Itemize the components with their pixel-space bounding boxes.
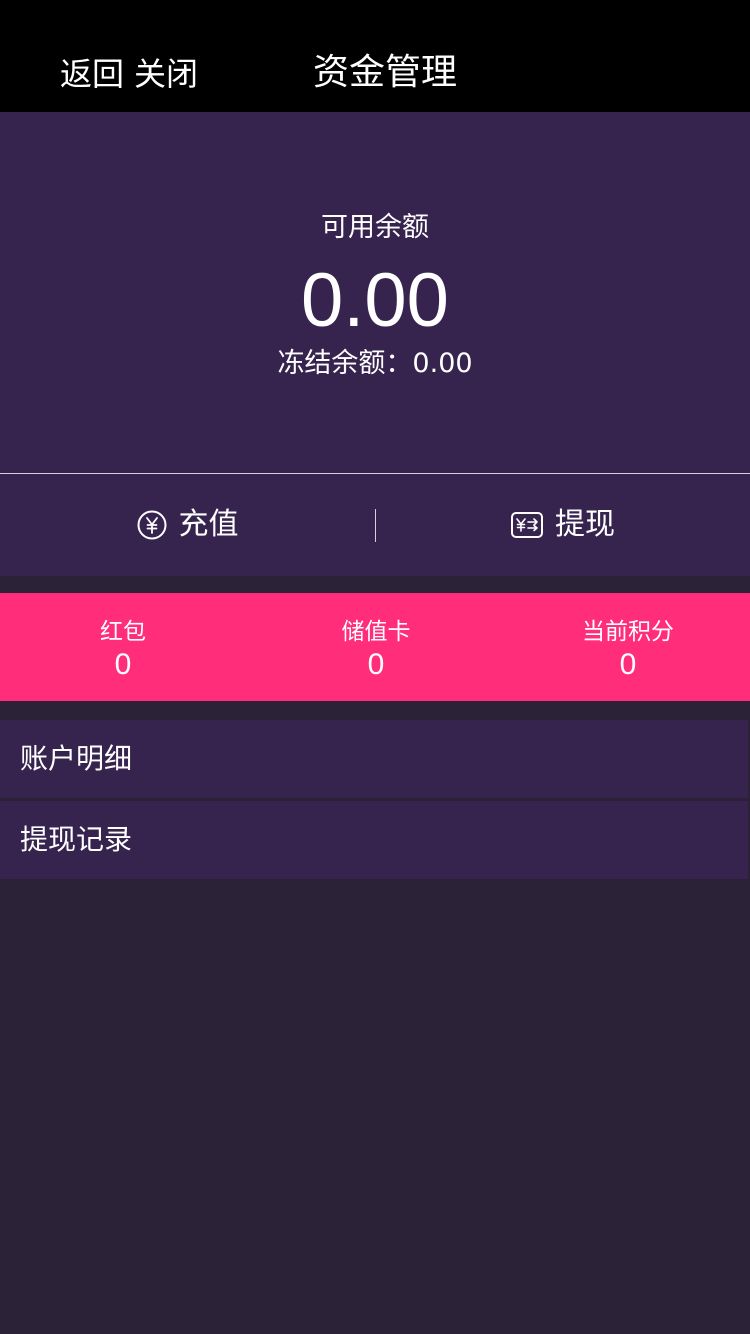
page-title: 资金管理 <box>312 52 457 93</box>
available-balance-amount: 0.00 <box>301 258 449 343</box>
withdraw-button[interactable]: 提现 <box>376 474 750 576</box>
menu-item-label: 账户明细 <box>20 742 133 775</box>
yen-circle-icon <box>137 510 167 540</box>
available-balance-label: 可用余额 <box>321 212 429 243</box>
menu-item-withdrawal-records[interactable]: 提现记录 <box>0 801 748 879</box>
recharge-button[interactable]: 充值 <box>0 474 375 576</box>
stat-value: 0 <box>367 648 385 681</box>
yen-transfer-icon <box>511 511 543 539</box>
stat-label: 红包 <box>100 619 146 645</box>
withdraw-label: 提现 <box>555 507 615 542</box>
stat-points[interactable]: 当前积分 0 <box>504 593 750 701</box>
app-screen: 返回 关闭 资金管理 可用余额 0.00 冻结余额：0.00 充值 提现 红包 … <box>0 0 750 1334</box>
menu-item-label: 提现记录 <box>20 823 133 856</box>
stat-label: 储值卡 <box>341 619 411 645</box>
balance-panel: 可用余额 0.00 冻结余额：0.00 <box>0 112 750 473</box>
recharge-label: 充值 <box>178 507 239 542</box>
stats-strip: 红包 0 储值卡 0 当前积分 0 <box>0 593 750 701</box>
stat-value: 0 <box>114 648 132 681</box>
stat-value: 0 <box>619 648 637 681</box>
stat-label: 当前积分 <box>582 619 674 645</box>
menu-item-account-details[interactable]: 账户明细 <box>0 720 748 798</box>
stat-stored-value-card[interactable]: 储值卡 0 <box>252 593 500 701</box>
action-row: 充值 提现 <box>0 474 750 576</box>
top-nav-bar: 返回 关闭 资金管理 <box>0 0 750 112</box>
stat-red-packet[interactable]: 红包 0 <box>0 593 246 701</box>
frozen-balance-text: 冻结余额：0.00 <box>277 348 473 379</box>
